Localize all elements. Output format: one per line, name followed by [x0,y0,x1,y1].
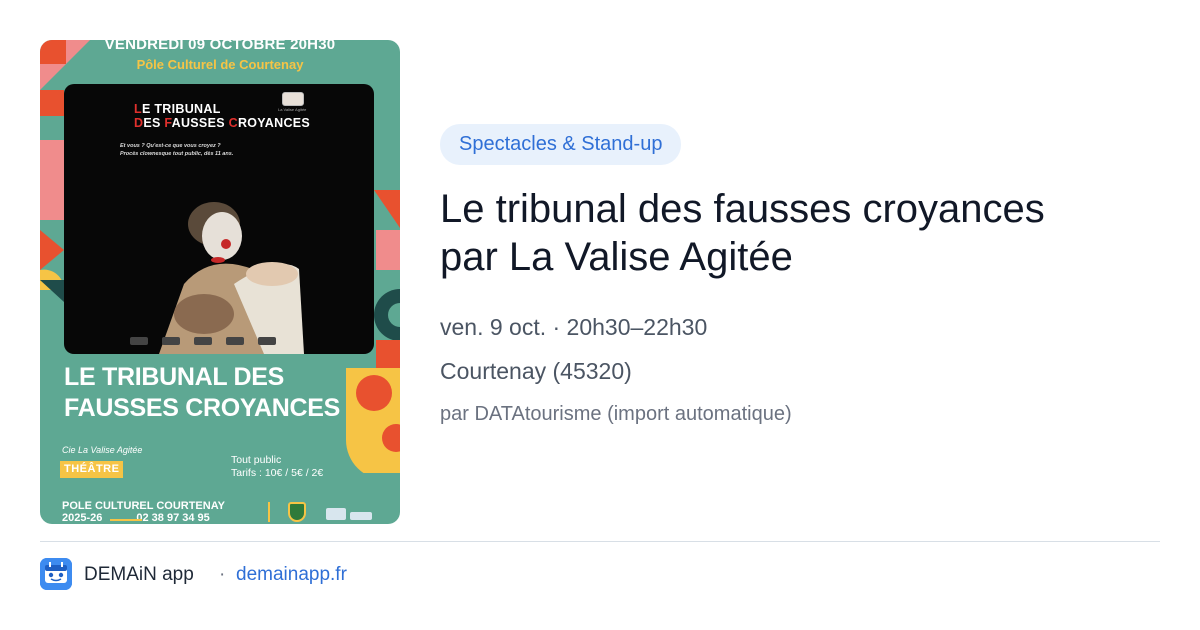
demain-app-icon [40,558,72,590]
town-crest-icon [288,502,306,522]
poster-season-phone: 2025-26 02 38 97 34 95 [62,512,210,524]
event-title: Le tribunal des fausses croyances par La… [440,187,1045,279]
poster-venue-footer: POLE CULTUREL COURTENAY [62,500,225,512]
category-badge[interactable]: Spectacles & Stand-up [440,124,682,165]
event-datetime: ven. 9 oct. · 20h30–22h30 [440,314,708,340]
poster-photo: LE TRIBUNAL DES FAUSSES CROYANCES La Val… [64,84,374,354]
poster-company: Cie La Valise Agitée [62,445,143,455]
poster-underline [110,519,142,521]
event-poster: VENDREDI 09 OCTOBRE 20H30 Pôle Culturel … [40,40,400,524]
app-name: DEMAiN app [84,564,194,585]
poster-separator [268,502,270,522]
partner-logo-icon [326,508,346,520]
divider [40,541,1160,542]
footer-separator: · [219,564,226,585]
poster-venue: Pôle Culturel de Courtenay [136,57,304,72]
partner-logo-icon [350,512,372,520]
poster-date: VENDREDI 09 OCTOBRE 20H30 [104,40,336,53]
poster-audience-prices: Tout public Tarifs : 10€ / 5€ / 2€ [231,454,324,479]
event-location: Courtenay (45320) [440,358,632,384]
clown-image [159,202,304,354]
app-website-link[interactable]: demainapp.fr [236,564,347,586]
poster-title: LE TRIBUNAL DES FAUSSES CROYANCES [64,363,340,422]
event-source: par DATAtourisme (import automatique) [440,403,792,425]
poster-genre-badge: THÉÂTRE [60,461,124,478]
poster-partner-logos [130,332,330,346]
